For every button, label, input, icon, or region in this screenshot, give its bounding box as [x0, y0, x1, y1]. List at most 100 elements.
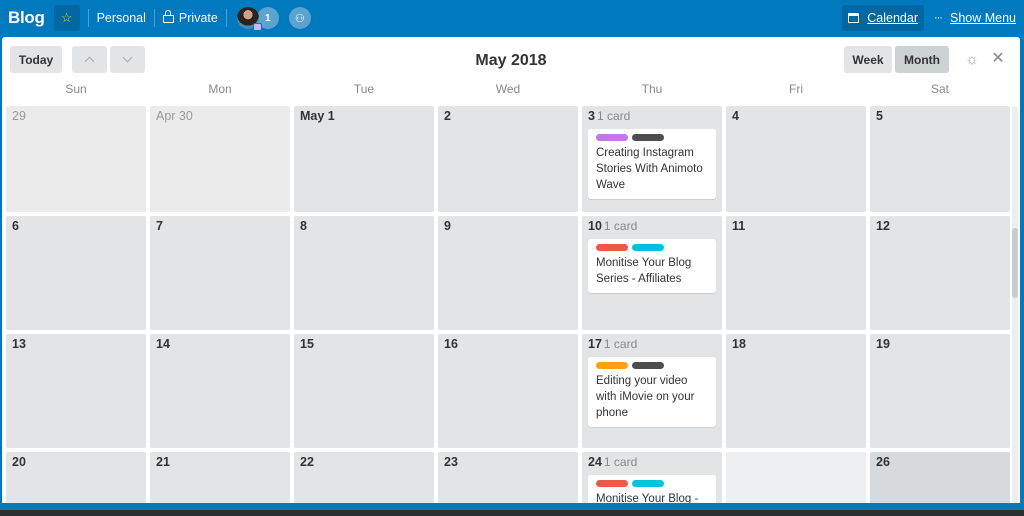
calendar-day-cell[interactable]: 20 [6, 452, 146, 503]
calendar-day-cell[interactable]: 17 1 card Editing your video with iMovie o… [582, 334, 722, 448]
day-header: 23 [438, 452, 578, 472]
day-number: 4 [732, 109, 739, 123]
day-number: 10 [588, 219, 602, 233]
card-title: Monitise Your Blog - [596, 493, 699, 503]
weekday-label: Sat [930, 82, 949, 96]
calendar-day-cell[interactable]: 19 [870, 334, 1010, 448]
show-menu-button[interactable]: ··· Show Menu [934, 11, 1016, 25]
calendar-day-cell[interactable]: 8 [294, 216, 434, 330]
day-number: 24 [588, 455, 602, 469]
day-number: 15 [300, 337, 314, 351]
calendar-day-cell[interactable]: 16 [438, 334, 578, 448]
day-number: 13 [12, 337, 26, 351]
invite-member-button[interactable]: ⚇ [288, 7, 311, 29]
calendar-day-cell[interactable] [726, 452, 866, 503]
card-label [596, 480, 628, 487]
header-divider [153, 9, 155, 27]
card-label [632, 244, 664, 251]
day-number: 22 [300, 455, 314, 469]
card-count: 1 card [603, 337, 638, 351]
day-number: 14 [156, 337, 170, 351]
more-icon: ··· [933, 12, 943, 24]
day-number: 21 [156, 455, 170, 469]
day-number: 26 [876, 455, 890, 469]
week-view-button[interactable]: Week [844, 46, 892, 73]
card-label [632, 480, 664, 487]
day-number: 23 [444, 455, 458, 469]
calendar-day-cell[interactable]: 6 [6, 216, 146, 330]
calendar-day-cell[interactable]: 18 [726, 334, 866, 448]
calendar-day-cell[interactable]: 4 [726, 106, 866, 212]
header-divider [87, 9, 89, 27]
close-icon[interactable]: ✕ [990, 51, 1006, 67]
today-button[interactable]: Today [10, 46, 62, 73]
member-avatar[interactable] [236, 7, 262, 31]
day-header: 16 [438, 334, 578, 354]
weekday-label: Mon [208, 82, 232, 96]
calendar-day-cell[interactable]: Apr 30 [150, 106, 290, 212]
card-title: Monitise Your Blog Series - Affiliates [596, 257, 692, 285]
scrollbar[interactable] [1012, 106, 1018, 503]
calendar-icon [848, 13, 860, 23]
weekday-label: Wed [495, 82, 521, 96]
day-header: 5 [870, 106, 1010, 126]
day-number: 5 [876, 109, 883, 123]
day-header [726, 452, 866, 458]
gear-icon[interactable]: ☼ [964, 52, 980, 68]
calendar-day-cell[interactable]: 11 [726, 216, 866, 330]
calendar-day-cell[interactable]: 31 card Creating Instagram Stories With A… [582, 106, 722, 212]
team-label: Personal [96, 11, 146, 25]
calendar-day-cell[interactable]: 29 [6, 106, 146, 212]
day-header: 9 [438, 216, 578, 236]
calendar-day-cell[interactable]: 21 [150, 452, 290, 503]
day-header: 17 1 card [582, 334, 722, 354]
next-month-button[interactable] [110, 46, 145, 73]
scrollbar-thumb[interactable] [1012, 228, 1018, 298]
calendar-day-cell[interactable]: 24 1 card Monitise Your Blog - [582, 452, 722, 503]
calendar-day-cell[interactable]: 12 [870, 216, 1010, 330]
day-number: 20 [12, 455, 26, 469]
calendar-day-cell[interactable]: 26 [870, 452, 1010, 503]
calendar-day-cell[interactable]: 10 1 card Monitise Your Blog Series - Affi… [582, 216, 722, 330]
calendar-day-cell[interactable]: 15 [294, 334, 434, 448]
calendar-day-cell[interactable]: 14 [150, 334, 290, 448]
calendar-card[interactable]: Monitise Your Blog Series - Affiliates [588, 239, 716, 293]
calendar-toolbar: Today May 2018 Week Month ☼ ✕ [2, 37, 1020, 83]
star-board-button[interactable]: ☆ [53, 5, 80, 31]
star-icon: ☆ [60, 10, 73, 25]
visibility-label: Private [178, 11, 218, 25]
calendar-day-cell[interactable]: May 1 [294, 106, 434, 212]
card-label [596, 134, 628, 141]
calendar-day-cell[interactable]: 23 [438, 452, 578, 503]
desktop-background [0, 510, 1024, 516]
visibility-button[interactable]: Private [162, 9, 218, 25]
calendar-day-cell[interactable]: 22 [294, 452, 434, 503]
weekday-label: Tue [353, 82, 375, 96]
card-labels [596, 134, 708, 141]
calendar-card[interactable]: Editing your video with iMovie on your p… [588, 357, 716, 427]
calendar-day-cell[interactable]: 7 [150, 216, 290, 330]
card-label [596, 362, 628, 369]
day-number: 18 [732, 337, 746, 351]
board-title[interactable]: Blog [8, 8, 45, 28]
show-menu-label: Show Menu [949, 11, 1016, 25]
card-labels [596, 244, 708, 251]
calendar-day-cell[interactable]: 13 [6, 334, 146, 448]
day-number: 11 [732, 219, 746, 233]
day-header: 24 1 card [582, 452, 722, 472]
calendar-day-cell[interactable]: 2 [438, 106, 578, 212]
calendar-power-up-button[interactable]: Calendar [842, 5, 924, 31]
previous-month-button[interactable] [72, 46, 107, 73]
day-header: 12 [870, 216, 1010, 236]
calendar-card[interactable]: Creating Instagram Stories With Animoto … [588, 129, 716, 199]
day-header: May 1 [294, 106, 434, 126]
day-header: 14 [150, 334, 290, 354]
card-label [596, 244, 628, 251]
day-number: 9 [444, 219, 451, 233]
calendar-day-cell[interactable]: 9 [438, 216, 578, 330]
team-button[interactable]: Personal [97, 11, 146, 25]
calendar-day-cell[interactable]: 5 [870, 106, 1010, 212]
card-count: 1 card [596, 109, 631, 123]
calendar-card[interactable]: Monitise Your Blog - [588, 475, 716, 503]
month-view-button[interactable]: Month [895, 46, 949, 73]
